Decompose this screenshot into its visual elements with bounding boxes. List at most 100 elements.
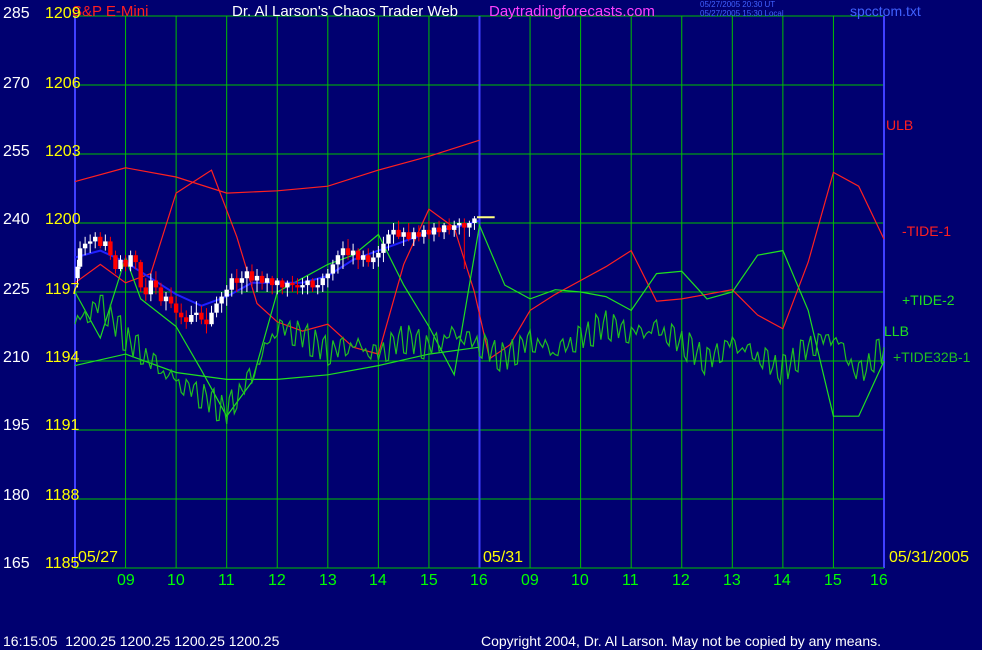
price-bar [381, 243, 386, 253]
price-bar [234, 278, 239, 283]
price-bar [371, 257, 376, 263]
chart-grid [74, 15, 885, 569]
series-label-tide1: -TIDE-1 [902, 223, 951, 239]
price-axis-label: 1194 [45, 349, 80, 366]
price-bar [133, 255, 138, 263]
price-bar [118, 259, 123, 269]
time-ut: 05/27/2005 20:30 UT [700, 0, 776, 9]
x-tick-label: 15 [420, 572, 438, 589]
price-bar [224, 289, 229, 297]
price-bar [103, 241, 108, 246]
date-label-mid: 05/31 [483, 549, 524, 566]
price-bar [108, 241, 113, 256]
instrument-label: S&P E-Mini [72, 3, 149, 20]
price-bar [77, 248, 83, 267]
price-bar [163, 296, 169, 302]
price-bar [173, 303, 179, 313]
price-bar [391, 229, 396, 235]
left-axis-label: 210 [3, 349, 30, 366]
price-bar [93, 236, 98, 242]
price-bars [75, 216, 495, 334]
x-tick-label: 15 [824, 572, 842, 589]
price-axis-label: 1200 [45, 211, 81, 228]
date-label-start: 05/27 [78, 549, 119, 566]
price-bar [345, 248, 351, 256]
series-label-tide2: +TIDE-2 [902, 292, 955, 308]
price-bar [264, 278, 270, 283]
x-tick-label: 10 [167, 572, 185, 589]
date-label-end: 05/31/2005 [889, 549, 970, 566]
price-bar [340, 248, 346, 256]
price-bar [310, 280, 315, 288]
price-bar [209, 312, 214, 325]
price-bar [366, 255, 371, 263]
data-file: spcctom.txt [850, 3, 921, 19]
price-bar [457, 223, 462, 226]
x-tick-label: 11 [218, 572, 235, 589]
time-local: 05/27/2005 15:30 Local [700, 9, 784, 18]
x-tick-label: 13 [723, 572, 741, 589]
price-bar [87, 241, 93, 244]
left-axis-label: 180 [3, 487, 30, 504]
price-bar [189, 315, 194, 322]
price-bar [350, 250, 356, 256]
price-bar [436, 227, 442, 233]
price-bar [421, 229, 427, 237]
x-tick-label: 16 [470, 572, 488, 589]
price-bar [290, 282, 295, 286]
price-bar [406, 232, 411, 240]
price-bar [386, 234, 391, 244]
x-tick-label: 10 [571, 572, 589, 589]
price-bar [275, 280, 280, 286]
price-bar [467, 223, 472, 228]
price-bar [214, 303, 219, 313]
price-bar [462, 223, 467, 228]
price-bar [138, 262, 143, 288]
price-axis-label: 1191 [45, 417, 80, 434]
price-bar [401, 232, 406, 237]
site-link[interactable]: Daytradingforecasts.com [489, 4, 655, 19]
left-axis-label: 285 [3, 5, 30, 22]
price-bar [452, 225, 457, 230]
price-bar [305, 280, 310, 286]
price-bar [431, 227, 437, 235]
copyright-notice: Copyright 2004, Dr. Al Larson. May not b… [481, 633, 882, 649]
series-label-ulb: ULB [886, 117, 914, 133]
price-bar [194, 312, 199, 315]
price-bar [98, 236, 103, 246]
price-axis-label: 1185 [45, 555, 80, 572]
x-tick-label: 14 [369, 572, 387, 589]
left-axis-label: 240 [3, 211, 30, 228]
x-tick-label: 11 [622, 572, 639, 589]
price-bar [249, 271, 255, 281]
price-bar [82, 243, 88, 249]
price-bar [75, 266, 80, 279]
price-bar [259, 275, 265, 283]
price-bar [178, 312, 184, 318]
price-axis-label: 1209 [45, 5, 81, 22]
x-tick-label: 13 [319, 572, 337, 589]
price-bar [153, 280, 159, 288]
price-bar [123, 259, 128, 267]
price-bar [300, 285, 305, 288]
price-bar [184, 317, 189, 322]
x-tick-label: 12 [268, 572, 286, 589]
x-tick-label: 09 [521, 572, 539, 589]
price-bar [199, 312, 204, 320]
left-axis-label: 165 [3, 555, 30, 572]
x-tick-label: 16 [870, 572, 888, 589]
x-tick-label: 09 [117, 572, 135, 589]
chart-title: Dr. Al Larson's Chaos Trader Web [232, 3, 459, 20]
price-bar [158, 287, 164, 302]
left-axis-label: 225 [3, 281, 30, 298]
price-bar [361, 255, 366, 260]
price-bar [416, 232, 422, 237]
price-bar [285, 282, 290, 288]
price-bar [355, 250, 361, 260]
price-bar [148, 280, 154, 295]
price-bar [411, 232, 416, 240]
price-bar [446, 225, 452, 230]
price-bar [376, 252, 381, 258]
price-bar [113, 255, 118, 269]
price-bar [269, 278, 275, 286]
